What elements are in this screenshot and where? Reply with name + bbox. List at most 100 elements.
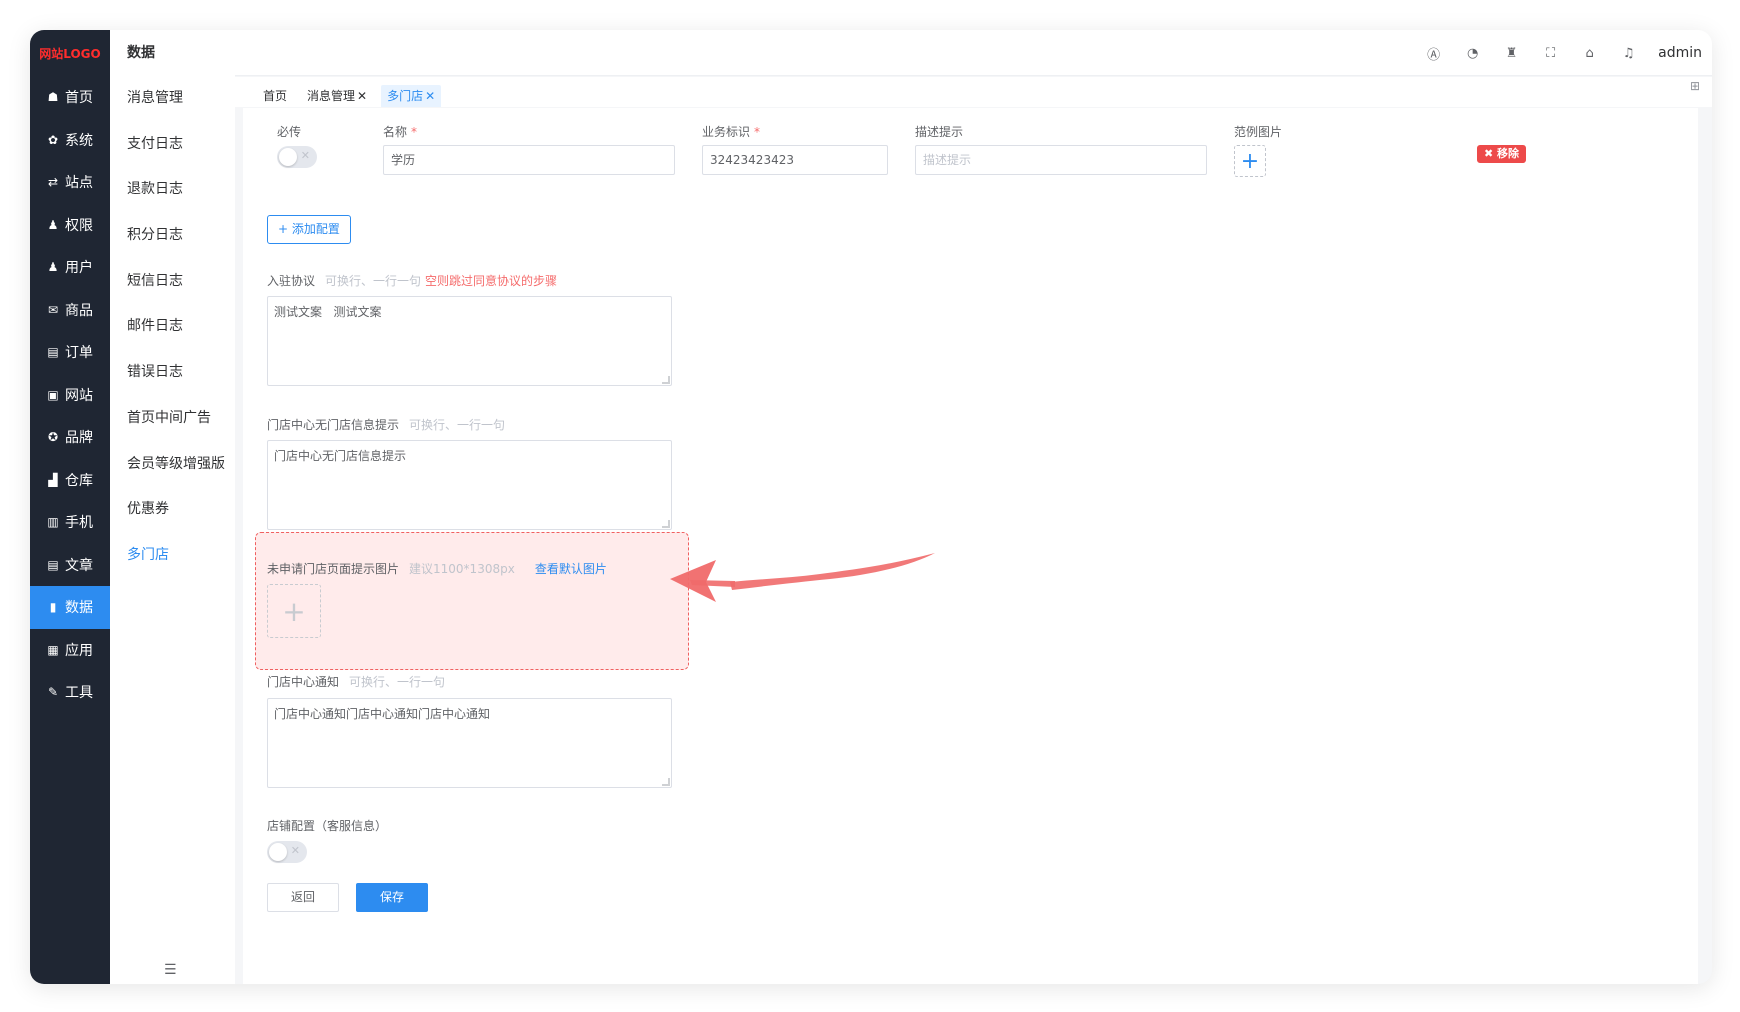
apply-image-upload[interactable]: + [267,584,321,638]
tab-multi-store[interactable]: 多门店 ✕ [381,85,442,107]
resize-handle-icon[interactable] [662,376,670,384]
plus-icon: + [282,594,306,628]
sub-menu-item[interactable]: 消息管理 [110,76,235,122]
nav-label: 订单 [65,345,93,362]
sub-menu-title: 数据 [127,45,155,61]
sub-menu-item[interactable]: 邮件日志 [110,304,235,350]
sub-menu-item[interactable]: 积分日志 [110,213,235,259]
business-id-input[interactable]: 32423423423 [702,145,888,175]
resize-handle-icon[interactable] [662,778,670,786]
no-store-tip-textarea[interactable]: 门店中心无门店信息提示 [267,440,672,530]
nav-item[interactable]: ✎ 工具 [30,671,110,714]
close-icon[interactable]: ✕ [357,89,367,103]
nav-label: 首页 [65,90,93,107]
nav-label: 权限 [65,217,93,234]
nav-icon: ☗ [47,90,59,105]
toggle-off-icon: ✕ [290,844,300,857]
plus-icon: + [1240,148,1260,174]
sub-menu-item[interactable]: 首页中间广告 [110,396,235,442]
tab-message-management[interactable]: 消息管理 ✕ [301,85,373,107]
user-menu[interactable]: admin [1658,45,1702,61]
nav-icon: ✉ [47,302,59,317]
sub-menu-item[interactable]: 优惠券 [110,487,235,533]
main-nav: 网站LOGO ☗ 首页 ✿ 系统 ⇄ 站点 ♟ 权限 ♟ 用户 ✉ 商品 ▤ 订单 ▣ 网站 ✪ 品牌 ▟ 仓库 ▥ 手机… [30,30,110,984]
tab-home[interactable]: 首页 [257,85,293,107]
save-button[interactable]: 保存 [356,883,428,912]
nav-icon: ⇄ [47,175,59,190]
nav-item[interactable]: ▤ 订单 [30,331,110,374]
description-input[interactable]: 描述提示 [915,145,1207,175]
remove-config-button[interactable]: ✖ 移除 [1477,145,1527,163]
sub-menu-item[interactable]: 支付日志 [110,122,235,168]
nav-item[interactable]: ♟ 权限 [30,204,110,247]
plugin-icon[interactable]: ♜ [1492,46,1531,61]
nav-icon: ✎ [47,685,59,700]
nav-item[interactable]: ✿ 系统 [30,119,110,162]
close-icon[interactable]: ✕ [425,89,435,103]
nav-label: 站点 [65,175,93,192]
translate-icon[interactable]: Ⓐ [1414,44,1453,63]
nav-icon: ▤ [47,345,59,360]
nav-item[interactable]: ▤ 文章 [30,544,110,587]
nav-icon: ▟ [48,472,58,487]
notice-textarea[interactable]: 门店中心通知门店中心通知门店中心通知 [267,698,672,788]
sample-image-upload[interactable]: + [1234,145,1266,177]
apply-image-label: 未申请门店页面提示图片 建议1100*1308px 查看默认图片 [267,562,607,576]
nav-item[interactable]: ▦ 应用 [30,629,110,672]
page-tabs: 首页 消息管理 ✕ 多门店 ✕ ⊞ [235,77,1712,107]
collapse-menu-icon[interactable]: ☰ [164,962,177,978]
sub-menu-item[interactable]: 短信日志 [110,259,235,305]
nav-label: 仓库 [65,472,93,489]
nav-label: 商品 [65,302,93,319]
nav-icon: ▦ [47,642,59,657]
toggle-knob [269,843,287,861]
nav-icon: ▤ [47,557,59,572]
nav-icon: ▮ [49,600,57,615]
name-input[interactable]: 学历 [383,145,675,175]
tab-label: 多门店 [387,89,424,103]
required-label: 必传 [277,125,302,139]
nav-item[interactable]: ▟ 仓库 [30,459,110,502]
sub-menu-item[interactable]: 多门店 [110,533,235,579]
nav-label: 网站 [65,387,93,404]
nav-label: 文章 [65,557,93,574]
nav-icon: ♟ [47,260,59,275]
resize-handle-icon[interactable] [662,520,670,528]
agreement-textarea[interactable]: 测试文案 测试文案 [267,296,672,386]
nav-item[interactable]: ☗ 首页 [30,76,110,119]
add-config-button[interactable]: + 添加配置 [267,215,351,244]
toggle-knob [279,148,297,166]
sub-menu-item[interactable]: 错误日志 [110,350,235,396]
toggle-off-icon: ✕ [300,149,310,162]
sub-menu: 数据 消息管理 支付日志 退款日志 积分日志 短信日志 邮件日志 错误日志 首页中间广告 会员等… [110,30,235,984]
nav-icon: ✿ [47,132,59,147]
nav-item[interactable]: ▣ 网站 [30,374,110,417]
nav-item[interactable]: ✉ 商品 [30,289,110,332]
shop-config-label: 店铺配置（客服信息） [267,819,388,833]
required-toggle[interactable]: ✕ [277,146,317,168]
sub-menu-item[interactable]: 会员等级增强版 [110,442,235,488]
tab-label: 消息管理 [307,89,356,103]
nav-item[interactable]: ⇄ 站点 [30,161,110,204]
nav-item[interactable]: ▥ 手机 [30,501,110,544]
nav-icon: ♟ [47,217,59,232]
app-window: 网站LOGO ☗ 首页 ✿ 系统 ⇄ 站点 ♟ 权限 ♟ 用户 ✉ 商品 ▤ 订单 ▣ 网站 ✪ 品牌 ▟ 仓库 ▥ 手机… [30,30,1712,984]
theme-palette-icon[interactable]: ◔ [1453,46,1492,61]
tabs-grid-icon[interactable]: ⊞ [1690,79,1700,93]
nav-item[interactable]: ♟ 用户 [30,246,110,289]
view-default-image-link[interactable]: 查看默认图片 [535,562,607,576]
nav-label: 工具 [65,685,93,702]
shop-config-toggle[interactable]: ✕ [267,841,307,863]
nav-label: 应用 [65,642,93,659]
nav-item[interactable]: ▮ 数据 [30,586,110,629]
back-button[interactable]: 返回 [267,883,339,912]
nav-label: 手机 [65,515,93,532]
nav-icon: ▥ [47,515,59,530]
business-id-label: 业务标识 * [702,125,761,139]
nav-item[interactable]: ✪ 品牌 [30,416,110,459]
fullscreen-icon[interactable]: ⛶ [1531,46,1570,61]
notification-bell-icon[interactable]: ♫ [1609,46,1648,61]
sub-menu-item[interactable]: 退款日志 [110,167,235,213]
site-logo: 网站LOGO [39,46,101,61]
home-icon[interactable]: ⌂ [1570,46,1609,61]
